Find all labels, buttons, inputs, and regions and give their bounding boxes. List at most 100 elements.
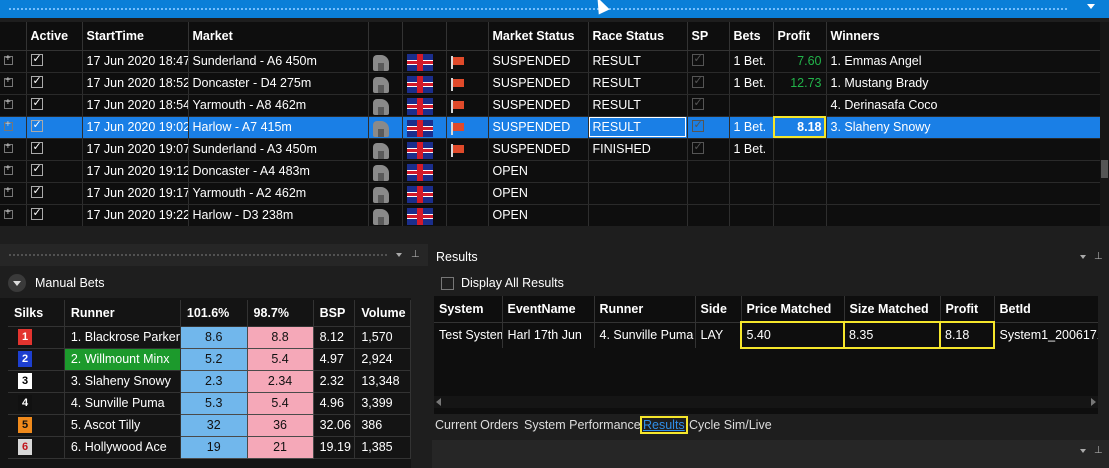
active-checkbox[interactable] [30,96,43,110]
active-cell[interactable] [26,72,83,95]
window-title-strip[interactable] [0,0,1109,18]
expand-cell[interactable] [0,138,27,161]
active-checkbox[interactable] [30,162,43,176]
tab-cycle-sim-live[interactable]: Cycle Sim/Live [689,418,772,432]
expand-cell[interactable] [0,50,27,73]
expand-icon[interactable] [4,119,13,131]
pin-icon[interactable]: ⊥ [411,249,420,260]
expand-cell[interactable] [0,182,27,205]
sp-cell[interactable] [687,204,730,226]
back-price-button[interactable]: 2.3 [179,369,248,393]
back-price-button[interactable]: 5.2 [179,347,248,371]
scroll-right-icon[interactable] [1091,398,1096,406]
sp-cell[interactable] [687,138,730,161]
runner-row[interactable]: 1 1. Blackrose Parker 8.6 8.8 8.12 1,570 [8,325,411,349]
sp-checkbox[interactable] [691,118,704,132]
active-cell[interactable] [26,204,83,226]
expand-cell[interactable] [0,94,27,117]
expand-icon[interactable] [4,185,13,197]
active-cell[interactable] [26,94,83,117]
expand-icon[interactable] [4,207,13,219]
back-price-button[interactable]: 8.6 [179,325,248,349]
col-profit[interactable]: Profit [773,22,827,51]
expand-cell[interactable] [0,160,27,183]
expand-icon[interactable] [4,141,13,153]
expand-cell[interactable] [0,116,27,139]
pin-icon[interactable]: ⊥ [1094,445,1103,456]
lay-price-button[interactable]: 5.4 [246,347,314,371]
active-checkbox[interactable] [30,206,43,220]
table-row[interactable]: 17 Jun 2020 18:52Doncaster - D4 275m SUSP… [0,72,1100,95]
tab-system-performance[interactable]: System Performance [524,418,641,432]
tab-results[interactable]: Results [640,416,688,434]
expand-icon[interactable] [4,163,13,175]
col-expander[interactable] [0,22,27,51]
active-checkbox[interactable] [30,74,43,88]
pin-icon[interactable]: ⊥ [1094,251,1103,262]
bottom-panel-header[interactable]: ⊥ [432,440,1109,468]
sp-checkbox[interactable] [691,52,704,66]
collapse-icon[interactable] [8,274,26,292]
chevron-down-icon[interactable] [1080,255,1086,259]
expand-icon[interactable] [4,53,13,65]
runner-name[interactable]: 3. Slaheny Snowy [64,370,181,393]
col-size-matched[interactable]: Size Matched [844,296,941,323]
chevron-down-icon[interactable] [1087,4,1095,9]
runner-row[interactable]: 4 4. Sunville Puma 5.3 5.4 4.96 3,399 [8,391,411,415]
sp-checkbox[interactable] [691,74,704,88]
sp-cell[interactable] [687,182,730,205]
col-type[interactable] [368,22,403,51]
table-row[interactable]: 17 Jun 2020 19:22Harlow - D3 238m OPEN [0,204,1100,226]
col-market-status[interactable]: Market Status [488,22,589,51]
active-cell[interactable] [26,182,83,205]
table-row[interactable]: 17 Jun 2020 19:07Sunderland - A3 450m SUS… [0,138,1100,161]
active-cell[interactable] [26,116,83,139]
col-bets[interactable]: Bets [729,22,774,51]
col-lay-book[interactable]: 98.7% [247,300,314,327]
col-system[interactable]: System [434,296,503,323]
sp-cell[interactable] [687,160,730,183]
col-market[interactable]: Market [188,22,369,51]
col-starttime[interactable]: StartTime [82,22,189,51]
col-sp[interactable]: SP [687,22,730,51]
back-price-button[interactable]: 32 [179,413,248,437]
col-flag[interactable] [446,22,489,51]
active-cell[interactable] [26,160,83,183]
runner-name[interactable]: 1. Blackrose Parker [64,326,181,349]
col-betid[interactable]: BetId [994,296,1098,323]
col-profit[interactable]: Profit [940,296,995,323]
tab-current-orders[interactable]: Current Orders [435,418,518,432]
col-silks[interactable]: Silks [8,300,65,327]
col-winners[interactable]: Winners [826,22,1100,51]
active-cell[interactable] [26,50,83,73]
expand-cell[interactable] [0,72,27,95]
expand-icon[interactable] [4,75,13,87]
runner-name[interactable]: 2. Willmount Minx [64,348,181,371]
runner-row[interactable]: 3 3. Slaheny Snowy 2.3 2.34 2.32 13,348 [8,369,411,393]
back-price-button[interactable]: 19 [179,435,248,459]
lay-price-button[interactable]: 2.34 [246,369,314,393]
col-runner[interactable]: Runner [64,300,181,327]
col-country[interactable] [402,22,447,51]
runner-row[interactable]: 6 6. Hollywood Ace 19 21 19.19 1,385 [8,435,411,459]
lay-price-button[interactable]: 8.8 [246,325,314,349]
col-volume[interactable]: Volume [354,300,411,327]
display-all-checkbox[interactable] [441,277,454,290]
active-checkbox[interactable] [30,184,43,198]
sp-cell[interactable] [687,50,730,73]
active-checkbox[interactable] [30,118,43,132]
table-row[interactable]: 17 Jun 2020 18:47Sunderland - A6 450m SUS… [0,50,1100,73]
lay-price-button[interactable]: 5.4 [246,391,314,415]
runner-row[interactable]: 2 2. Willmount Minx 5.2 5.4 4.97 2,924 [8,347,411,371]
runner-name[interactable]: 4. Sunville Puma [64,392,181,415]
drag-grip[interactable] [8,7,1069,11]
scroll-thumb[interactable] [1101,160,1108,178]
runner-row[interactable]: 5 5. Ascot Tilly 32 36 32.06 386 [8,413,411,437]
table-row[interactable]: 17 Jun 2020 19:17Yarmouth - A2 462m OPEN [0,182,1100,205]
active-checkbox[interactable] [30,140,43,154]
chevron-down-icon[interactable] [1080,449,1086,453]
table-row[interactable]: 17 Jun 2020 19:12Doncaster - A4 483m OPEN [0,160,1100,183]
results-hscrollbar[interactable] [434,396,1098,408]
expand-cell[interactable] [0,204,27,226]
sp-cell[interactable] [687,72,730,95]
